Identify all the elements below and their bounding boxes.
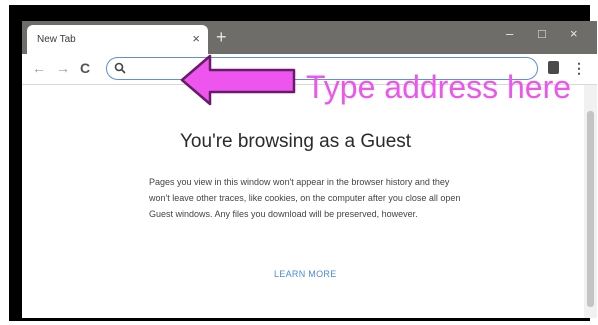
page-title: You're browsing as a Guest [180,131,412,152]
browser-window: New Tab × + – □ × ← → C ⋮ You're browsin… [22,21,597,318]
tab-title: New Tab [37,34,76,45]
tab-close-icon[interactable]: × [192,31,200,47]
maximize-icon[interactable]: □ [538,26,546,42]
guest-page: You're browsing as a Guest Pages you vie… [22,85,597,318]
annotation-text: Type address here [306,69,572,105]
scroll-thumb[interactable] [587,111,594,307]
menu-icon[interactable]: ⋮ [572,59,586,77]
search-icon [114,62,126,74]
reload-icon[interactable]: C [80,60,90,76]
title-bar: New Tab × + – □ × [22,21,597,54]
forward-icon[interactable]: → [56,60,70,76]
tab-new-tab[interactable]: New Tab × [27,25,208,54]
scrollbar[interactable] [584,85,597,318]
back-icon[interactable]: ← [32,60,46,76]
new-tab-button[interactable]: + [216,28,227,46]
guest-description: Pages you view in this window won't appe… [149,177,461,219]
window-close-icon[interactable]: × [570,26,578,42]
minimize-icon[interactable]: – [506,26,513,42]
pointer-arrow-icon [180,54,296,106]
learn-more-link[interactable]: LEARN MORE [274,269,337,279]
